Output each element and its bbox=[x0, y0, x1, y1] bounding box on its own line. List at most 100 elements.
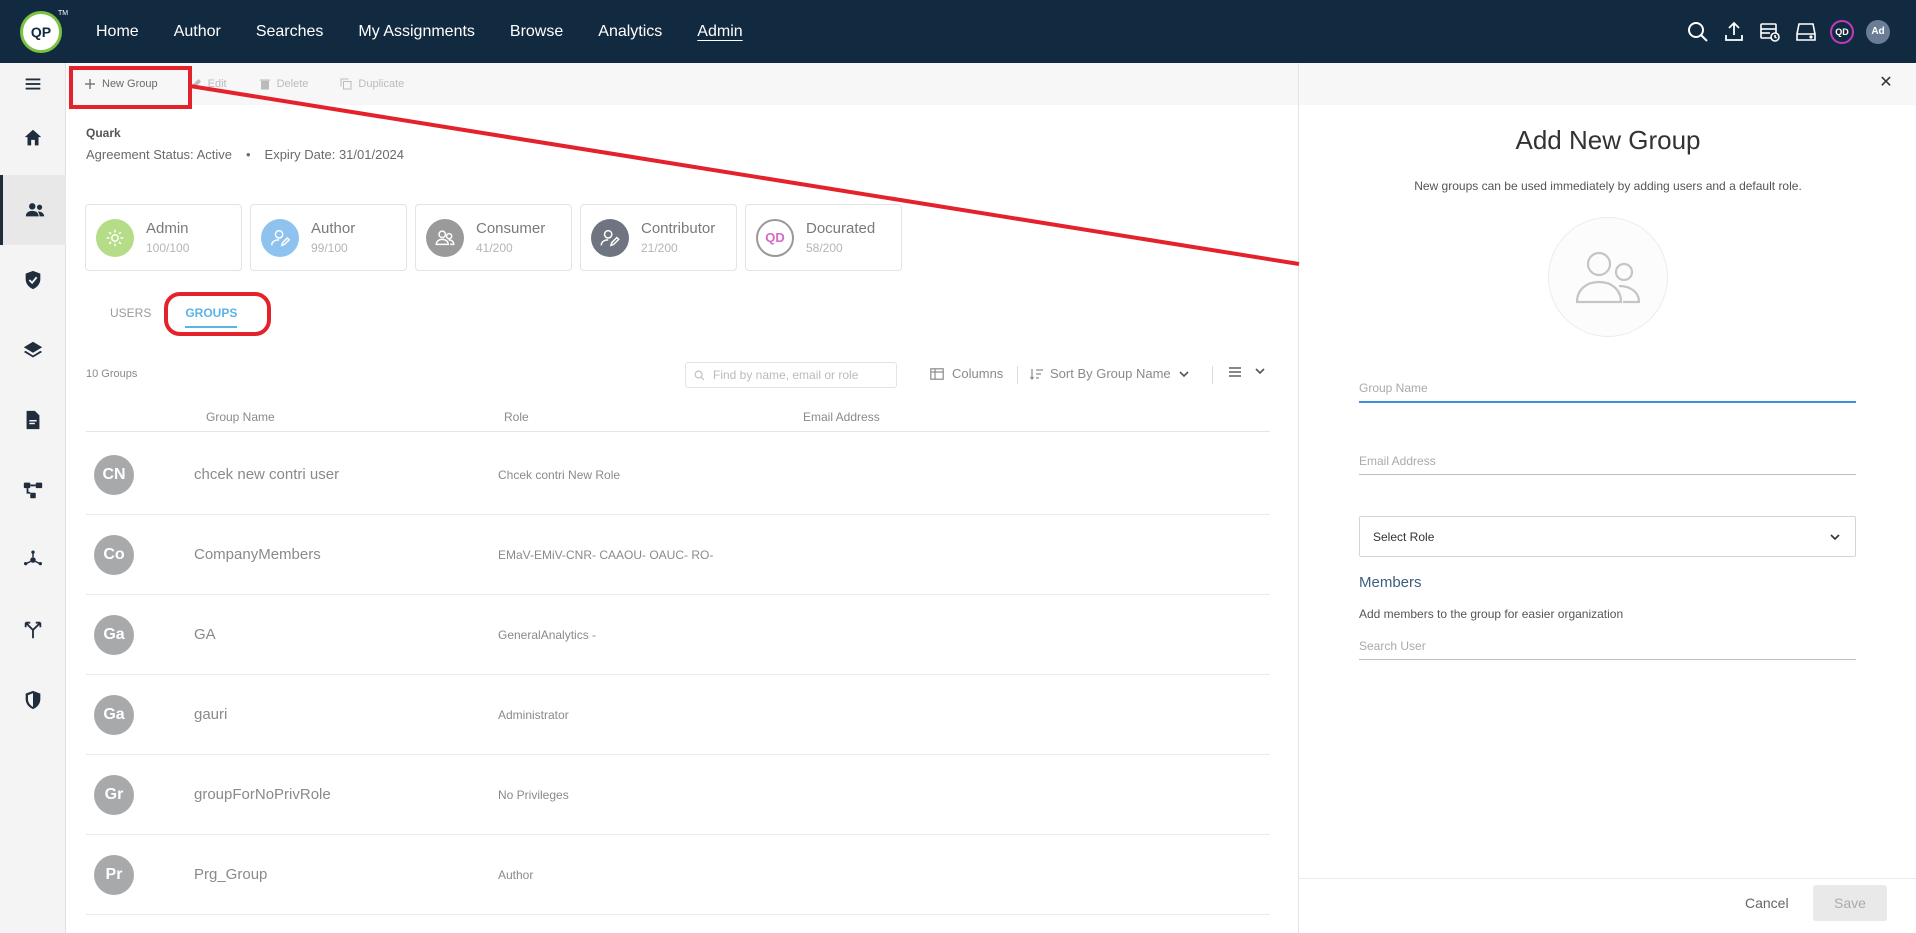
agreement-info: Agreement Status: Active • Expiry Date: 31… bbox=[86, 147, 404, 162]
storage-icon[interactable] bbox=[1794, 20, 1818, 44]
consumer-users-icon bbox=[426, 218, 464, 257]
group-role: Chcek contri New Role bbox=[498, 468, 621, 482]
nav-item-browse[interactable]: Browse bbox=[510, 23, 563, 41]
delete-label: Delete bbox=[276, 78, 309, 90]
tab-groups[interactable]: GROUPS bbox=[185, 306, 238, 328]
close-icon[interactable]: ✕ bbox=[1876, 73, 1896, 93]
security-shield-icon[interactable] bbox=[0, 670, 66, 730]
group-avatar: CN bbox=[94, 455, 134, 495]
shield-check-icon[interactable] bbox=[0, 250, 66, 310]
chevron-down-icon bbox=[1179, 370, 1189, 377]
view-options[interactable] bbox=[1228, 366, 1266, 378]
sort-label: Sort By Group Name bbox=[1050, 366, 1171, 381]
select-role-value: Select Role bbox=[1373, 529, 1435, 544]
logo-trademark: TM bbox=[58, 10, 69, 17]
edit-button[interactable]: Edit bbox=[190, 78, 227, 90]
panel-title: Add New Group bbox=[1515, 125, 1701, 155]
user-avatar[interactable]: Ad bbox=[1866, 19, 1890, 44]
duplicate-label: Duplicate bbox=[358, 78, 405, 90]
group-image-upload[interactable] bbox=[1548, 217, 1668, 337]
table-row[interactable]: CN chcek new contri user Chcek contri Ne… bbox=[86, 435, 1270, 515]
license-name: Docurated bbox=[806, 220, 876, 237]
license-name: Consumer bbox=[476, 220, 546, 237]
column-header-role[interactable]: Role bbox=[504, 410, 529, 424]
group-name: groupForNoPrivRole bbox=[194, 786, 331, 803]
license-count: 100/100 bbox=[146, 241, 190, 255]
divider bbox=[1212, 366, 1213, 384]
table-row[interactable]: Pr Prg_Group Author bbox=[86, 835, 1270, 915]
column-header-email[interactable]: Email Address bbox=[803, 410, 880, 424]
group-role: Administrator bbox=[498, 708, 569, 722]
column-header-group-name[interactable]: Group Name bbox=[206, 410, 275, 424]
expiry-date: Expiry Date: 31/01/2024 bbox=[264, 147, 405, 162]
search-icon[interactable] bbox=[1686, 20, 1710, 44]
columns-icon bbox=[930, 367, 944, 380]
group-role: No Privileges bbox=[498, 788, 569, 802]
license-card-docurated[interactable]: QD Docurated 58/200 bbox=[745, 204, 902, 271]
group-avatar: Ga bbox=[94, 695, 134, 735]
app-logo[interactable]: QP bbox=[20, 11, 62, 53]
group-name: chcek new contri user bbox=[194, 466, 340, 483]
group-avatar: Ga bbox=[94, 615, 134, 655]
org-name: Quark bbox=[86, 126, 121, 140]
nav-item-home[interactable]: Home bbox=[96, 23, 139, 41]
nav-item-admin[interactable]: Admin bbox=[697, 23, 742, 41]
docurated-avatar[interactable]: QD bbox=[1830, 19, 1854, 44]
panel-header-bar bbox=[1299, 63, 1916, 105]
menu-toggle-icon[interactable] bbox=[0, 63, 66, 105]
email-address-field[interactable]: Email Address bbox=[1359, 454, 1856, 475]
group-name: gauri bbox=[194, 706, 228, 723]
group-name-field[interactable]: Group Name bbox=[1359, 381, 1856, 403]
select-role-dropdown[interactable]: Select Role bbox=[1359, 516, 1856, 557]
network-icon[interactable] bbox=[0, 530, 66, 590]
nav-menu: Home Author Searches My Assignments Brow… bbox=[96, 0, 778, 63]
table-row[interactable]: Gr groupForNoPrivRole No Privileges bbox=[86, 755, 1270, 835]
table-row[interactable]: Ga gauri Administrator bbox=[86, 675, 1270, 755]
home-icon[interactable] bbox=[0, 108, 66, 168]
search-user-placeholder: Search User bbox=[1359, 639, 1426, 653]
delete-button[interactable]: Delete bbox=[259, 78, 309, 90]
table-row[interactable]: Ga GA GeneralAnalytics - bbox=[86, 595, 1270, 675]
license-name: Contributor bbox=[641, 220, 716, 237]
email-placeholder: Email Address bbox=[1359, 454, 1436, 468]
group-search-input[interactable]: Find by name, email or role bbox=[685, 362, 897, 388]
group-name-placeholder: Group Name bbox=[1359, 381, 1428, 395]
search-icon bbox=[694, 370, 705, 380]
nav-item-author[interactable]: Author bbox=[174, 23, 221, 41]
license-card-author[interactable]: Author 99/100 bbox=[250, 204, 407, 271]
list-view-icon bbox=[1229, 367, 1241, 377]
sort-dropdown[interactable]: Sort By Group Name bbox=[1030, 366, 1191, 381]
search-placeholder: Find by name, email or role bbox=[713, 368, 859, 382]
add-group-panel: ✕ Add New Group New groups can be used i… bbox=[1298, 63, 1916, 933]
layers-icon[interactable] bbox=[0, 320, 66, 380]
docurated-logo-icon: QD bbox=[756, 218, 794, 257]
license-card-contributor[interactable]: Contributor 21/200 bbox=[580, 204, 737, 271]
nav-item-analytics[interactable]: Analytics bbox=[598, 23, 662, 41]
license-card-admin[interactable]: Admin 100/100 bbox=[85, 204, 242, 271]
workflow-icon[interactable] bbox=[0, 460, 66, 520]
group-role: Author bbox=[498, 868, 534, 882]
cancel-button[interactable]: Cancel bbox=[1745, 895, 1789, 911]
duplicate-button[interactable]: Duplicate bbox=[340, 78, 404, 90]
edit-label: Edit bbox=[207, 78, 227, 90]
save-button[interactable]: Save bbox=[1813, 885, 1887, 921]
top-icons: QD Ad bbox=[1686, 0, 1890, 63]
table-header: Group Name Role Email Address bbox=[86, 405, 1270, 432]
nav-item-my-assignments[interactable]: My Assignments bbox=[358, 23, 474, 41]
author-user-icon bbox=[261, 218, 299, 257]
table-row[interactable]: Co CompanyMembers EMaV-EMiV-CNR- CAAOU- … bbox=[86, 515, 1270, 595]
chevron-down-icon bbox=[1830, 533, 1840, 540]
columns-button[interactable]: Columns bbox=[930, 366, 1003, 381]
trash-icon bbox=[259, 79, 270, 90]
scheduled-jobs-icon[interactable] bbox=[1758, 20, 1782, 44]
top-nav: QP TM Home Author Searches My Assignment… bbox=[0, 0, 1916, 63]
users-groups-icon[interactable] bbox=[0, 175, 66, 245]
license-card-consumer[interactable]: Consumer 41/200 bbox=[415, 204, 572, 271]
nav-item-searches[interactable]: Searches bbox=[256, 23, 324, 41]
upload-icon[interactable] bbox=[1722, 20, 1746, 44]
document-icon[interactable] bbox=[0, 390, 66, 450]
group-users-icon bbox=[1575, 251, 1641, 304]
search-user-field[interactable]: Search User bbox=[1359, 639, 1856, 660]
tab-users[interactable]: USERS bbox=[110, 306, 151, 328]
merge-icon[interactable] bbox=[0, 600, 66, 660]
